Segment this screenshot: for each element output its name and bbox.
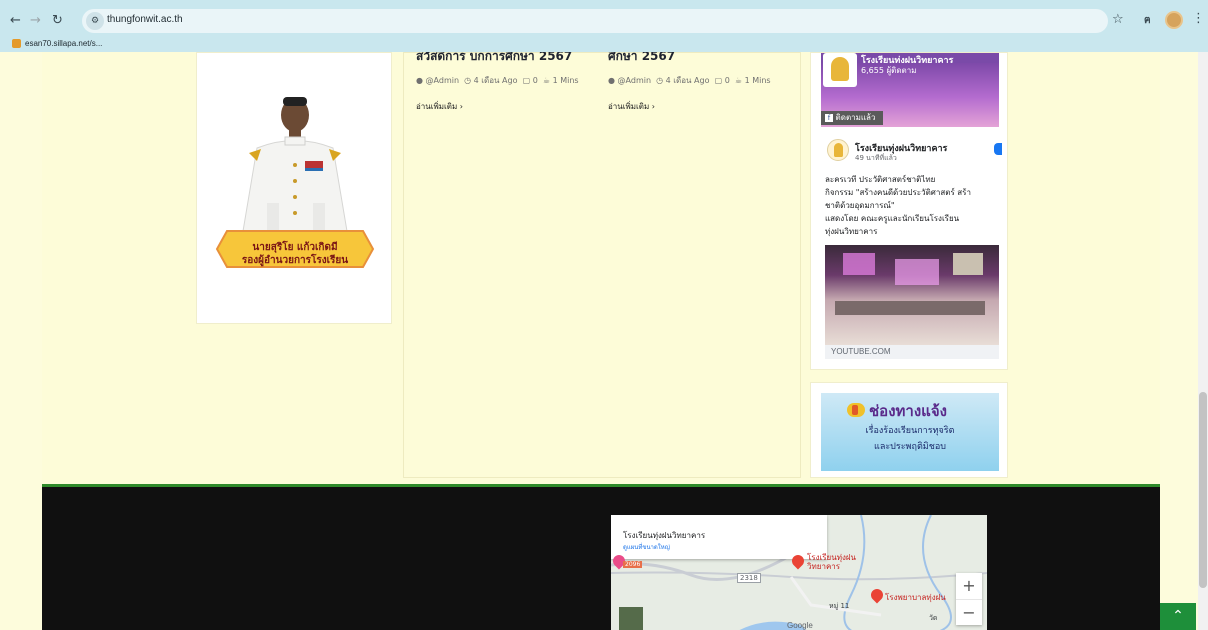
post-author[interactable]: @Admin — [618, 76, 652, 85]
post-author[interactable]: @Admin — [426, 76, 460, 85]
map-road-label: 2318 — [737, 573, 761, 583]
post-read-time: 1 Mins — [744, 76, 771, 85]
map-village-label: หมู่ 11 — [829, 602, 850, 610]
posts-panel: สวัสดิการ บกการศึกษา 2567 ● @Admin ◷ 4 เ… — [403, 52, 801, 478]
fb-followers: 6,655 ผู้ติดตาม — [861, 66, 917, 75]
page-scrollbar[interactable] — [1198, 52, 1208, 630]
school-logo-icon — [823, 53, 857, 87]
fb-post-time[interactable]: 49 นาทีที่แล้ว — [855, 153, 897, 164]
profile-photo — [215, 97, 375, 268]
profile-role: รองผู้อำนวยการโรงเรียน — [241, 255, 349, 266]
read-more-link[interactable]: อ่านเพิ่มเติม › — [416, 100, 463, 113]
post-title[interactable]: สวัสดิการ บกการศึกษา 2567 — [416, 52, 596, 66]
fb-post-line: ชาติด้วยอุดมการณ์" — [825, 201, 895, 210]
report-banner[interactable]: ช่องทางแจ้ง เรื่องร้องเรียนการทุจริต และ… — [821, 393, 999, 471]
map-road-label: 2096 — [623, 561, 643, 568]
scroll-to-top-button[interactable]: ⌃ — [1160, 603, 1196, 630]
star-icon[interactable]: ☆ — [1112, 12, 1124, 27]
fb-post-line: กิจกรรม "สร้างคนดีด้วยประวัติศาสตร์ สร้า — [825, 188, 971, 197]
menu-icon[interactable]: ⋮ — [1192, 11, 1205, 26]
fb-post-text: ละครเวที ประวัติศาสตร์ชาติไทย กิจกรรม "ส… — [825, 173, 999, 238]
chevron-up-icon: ⌃ — [1172, 608, 1184, 624]
map-pin-label-line: โรงเรียนทุ่งฝน — [807, 553, 857, 562]
read-more-label[interactable]: อ่านเพิ่มเติม — [416, 102, 457, 111]
fb-post-line: ละครเวที ประวัติศาสตร์ชาติไทย — [825, 175, 936, 184]
comment-icon: ▢ — [520, 76, 531, 85]
zoom-out-button[interactable]: − — [956, 599, 982, 625]
megaphone-icon — [847, 403, 865, 417]
fb-post-line: แสดงโดย คณะครูและนักเรียนโรงเรียน — [825, 214, 960, 223]
map-place-name: โรงเรียนทุ่งฝนวิทยาคาร — [623, 531, 706, 540]
post-comments: 0 — [724, 76, 730, 85]
post-comments: 0 — [532, 76, 538, 85]
user-icon: ● — [608, 76, 615, 85]
map-pin-label: โรงเรียนทุ่งฝน วิทยาคาร — [807, 553, 856, 571]
map-hospital-label: โรงพยาบาลทุ่งฝน — [885, 593, 946, 602]
chevron-right-icon: › — [459, 102, 463, 111]
fb-cover-image[interactable]: โรงเรียนทุ่งฝนวิทยาคาร 6,655 ผู้ติดตาม f… — [821, 53, 999, 127]
google-attribution: Google — [787, 621, 813, 630]
scrollbar-thumb[interactable] — [1199, 392, 1207, 588]
facebook-icon: f — [825, 114, 833, 122]
footer: โรงเรียนทุ่งฝนวิทยาคาร ดูแผนที่ขนาดใหญ่ … — [42, 484, 1160, 630]
report-corruption-card: ช่องทางแจ้ง เรื่องร้องเรียนการทุจริต และ… — [810, 382, 1008, 478]
report-title: ช่องทางแจ้ง — [869, 402, 947, 420]
fb-link-domain[interactable]: YOUTUBE.COM — [825, 345, 999, 359]
coffee-icon: ☕ — [732, 76, 743, 85]
map-zoom-control: + − — [956, 573, 982, 625]
url-text[interactable]: thungfonwit.ac.th — [107, 14, 183, 25]
post-time: 4 เดือน Ago — [665, 76, 710, 85]
fb-post-line: ทุ่งฝนวิทยาคาร — [825, 227, 878, 236]
profile-card: นายสุริโย แก้วเกิดมี รองผู้อำนวยการโรงเร… — [196, 52, 392, 324]
profile-icon[interactable] — [1165, 11, 1183, 29]
forward-icon[interactable]: → — [30, 13, 41, 29]
bookmark-label[interactable]: esan70.sillapa.net/s... — [25, 39, 102, 48]
post-meta: ● @Admin ◷ 4 เดือน Ago ▢ 0 ☕ 1 Mins — [416, 74, 579, 87]
fb-post-image[interactable] — [825, 245, 999, 345]
profile-name: นายสุริโย แก้วเกิดมี — [252, 242, 338, 253]
fb-avatar[interactable] — [827, 139, 849, 161]
clock-icon: ◷ — [653, 76, 664, 85]
fb-follow-label[interactable]: ติดตามแล้ว — [836, 113, 876, 122]
page-content: นายสุริโย แก้วเกิดมี รองผู้อำนวยการโรงเร… — [0, 52, 1208, 630]
fb-post: โรงเรียนทุ่งฝนวิทยาคาร 49 นาทีที่แล้ว ละ… — [821, 133, 1002, 361]
read-more-label[interactable]: อ่านเพิ่มเติม — [608, 102, 649, 111]
reload-icon[interactable]: ↻ — [52, 13, 63, 29]
zoom-in-button[interactable]: + — [956, 573, 982, 599]
chevron-right-icon: › — [651, 102, 655, 111]
address-bar[interactable]: ⚙ thungfonwit.ac.th — [82, 9, 1108, 33]
map-info-card: โรงเรียนทุ่งฝนวิทยาคาร ดูแผนที่ขนาดใหญ่ — [611, 515, 827, 559]
report-line-1: เรื่องร้องเรียนการทุจริต — [865, 426, 955, 436]
google-map-embed[interactable]: โรงเรียนทุ่งฝนวิทยาคาร ดูแผนที่ขนาดใหญ่ … — [611, 515, 987, 630]
extension-icon[interactable]: ฅ — [1144, 13, 1151, 28]
map-place-label: วัด — [929, 614, 938, 622]
report-line-2: และประพฤติมิชอบ — [874, 442, 946, 452]
back-icon[interactable]: ← — [10, 13, 21, 29]
fb-follow-button[interactable]: f ติดตามแล้ว — [821, 111, 883, 125]
fb-page-title[interactable]: โรงเรียนทุ่งฝนวิทยาคาร — [861, 53, 997, 63]
read-more-link[interactable]: อ่านเพิ่มเติม › — [608, 100, 655, 113]
clock-icon: ◷ — [461, 76, 472, 85]
comment-icon: ▢ — [712, 76, 723, 85]
post-time: 4 เดือน Ago — [473, 76, 518, 85]
site-info-icon[interactable]: ⚙ — [86, 12, 104, 30]
coffee-icon: ☕ — [540, 76, 551, 85]
facebook-widget: โรงเรียนทุ่งฝนวิทยาคาร 6,655 ผู้ติดตาม f… — [810, 52, 1008, 370]
post-meta: ● @Admin ◷ 4 เดือน Ago ▢ 0 ☕ 1 Mins — [608, 74, 771, 87]
post-read-time: 1 Mins — [552, 76, 579, 85]
browser-chrome: ← → ↻ ⚙ thungfonwit.ac.th ☆ ฅ ⋮ esan70.s… — [0, 0, 1208, 52]
post-title[interactable]: ศึกษา 2567 — [608, 52, 788, 66]
map-view-larger-link[interactable]: ดูแผนที่ขนาดใหญ่ — [623, 542, 670, 552]
bookmark-favicon-icon — [12, 39, 21, 48]
fb-blue-badge-icon — [994, 143, 1002, 155]
user-icon: ● — [416, 76, 423, 85]
map-pin-label-line: วิทยาคาร — [807, 562, 841, 571]
